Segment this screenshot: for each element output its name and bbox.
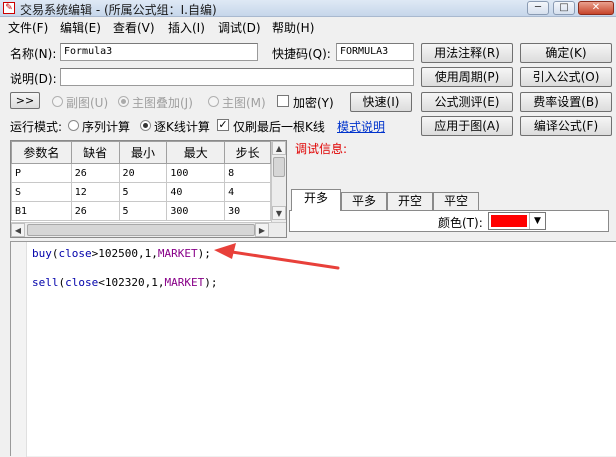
tab-open-long[interactable]: 开多	[291, 189, 341, 211]
arrow-head	[214, 243, 236, 259]
annotation-arrow	[214, 243, 340, 270]
arrow-shaft	[230, 250, 340, 270]
formula-editor-window: ✎ 交易系统编辑 - (所属公式组：I.自编) ─ □ ✕ 文件(F) 编辑(E…	[0, 0, 616, 457]
